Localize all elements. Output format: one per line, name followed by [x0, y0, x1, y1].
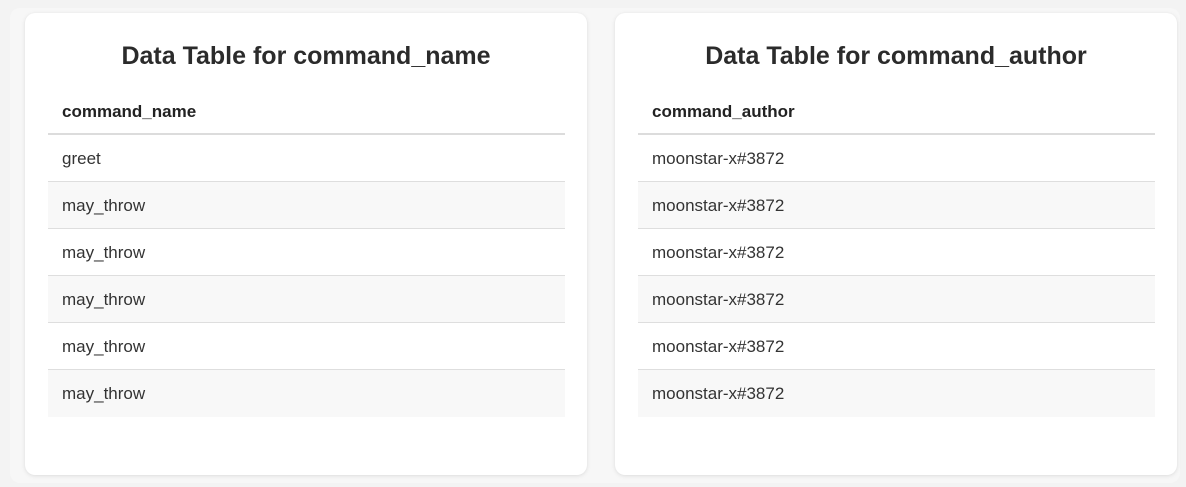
table-row: moonstar-x#3872 [638, 370, 1155, 417]
table-row: may_throw [48, 370, 565, 417]
table-row: moonstar-x#3872 [638, 182, 1155, 229]
table-row: may_throw [48, 229, 565, 276]
data-table: command_author moonstar-x#3872 moonstar-… [638, 99, 1155, 417]
table-card-command-author: Data Table for command_author command_au… [615, 13, 1177, 475]
table-row: moonstar-x#3872 [638, 276, 1155, 323]
data-table: command_name greet may_throw may_throw m… [48, 99, 565, 417]
table-row: moonstar-x#3872 [638, 229, 1155, 276]
column-header: command_name [48, 99, 565, 135]
table-row: moonstar-x#3872 [638, 323, 1155, 370]
table-row: greet [48, 135, 565, 182]
table-row: may_throw [48, 276, 565, 323]
table-card-command-name: Data Table for command_name command_name… [25, 13, 587, 475]
card-title: Data Table for command_author [705, 42, 1087, 70]
table-row: may_throw [48, 182, 565, 229]
column-header: command_author [638, 99, 1155, 135]
table-row: moonstar-x#3872 [638, 135, 1155, 182]
table-row: may_throw [48, 323, 565, 370]
card-title: Data Table for command_name [121, 42, 491, 70]
